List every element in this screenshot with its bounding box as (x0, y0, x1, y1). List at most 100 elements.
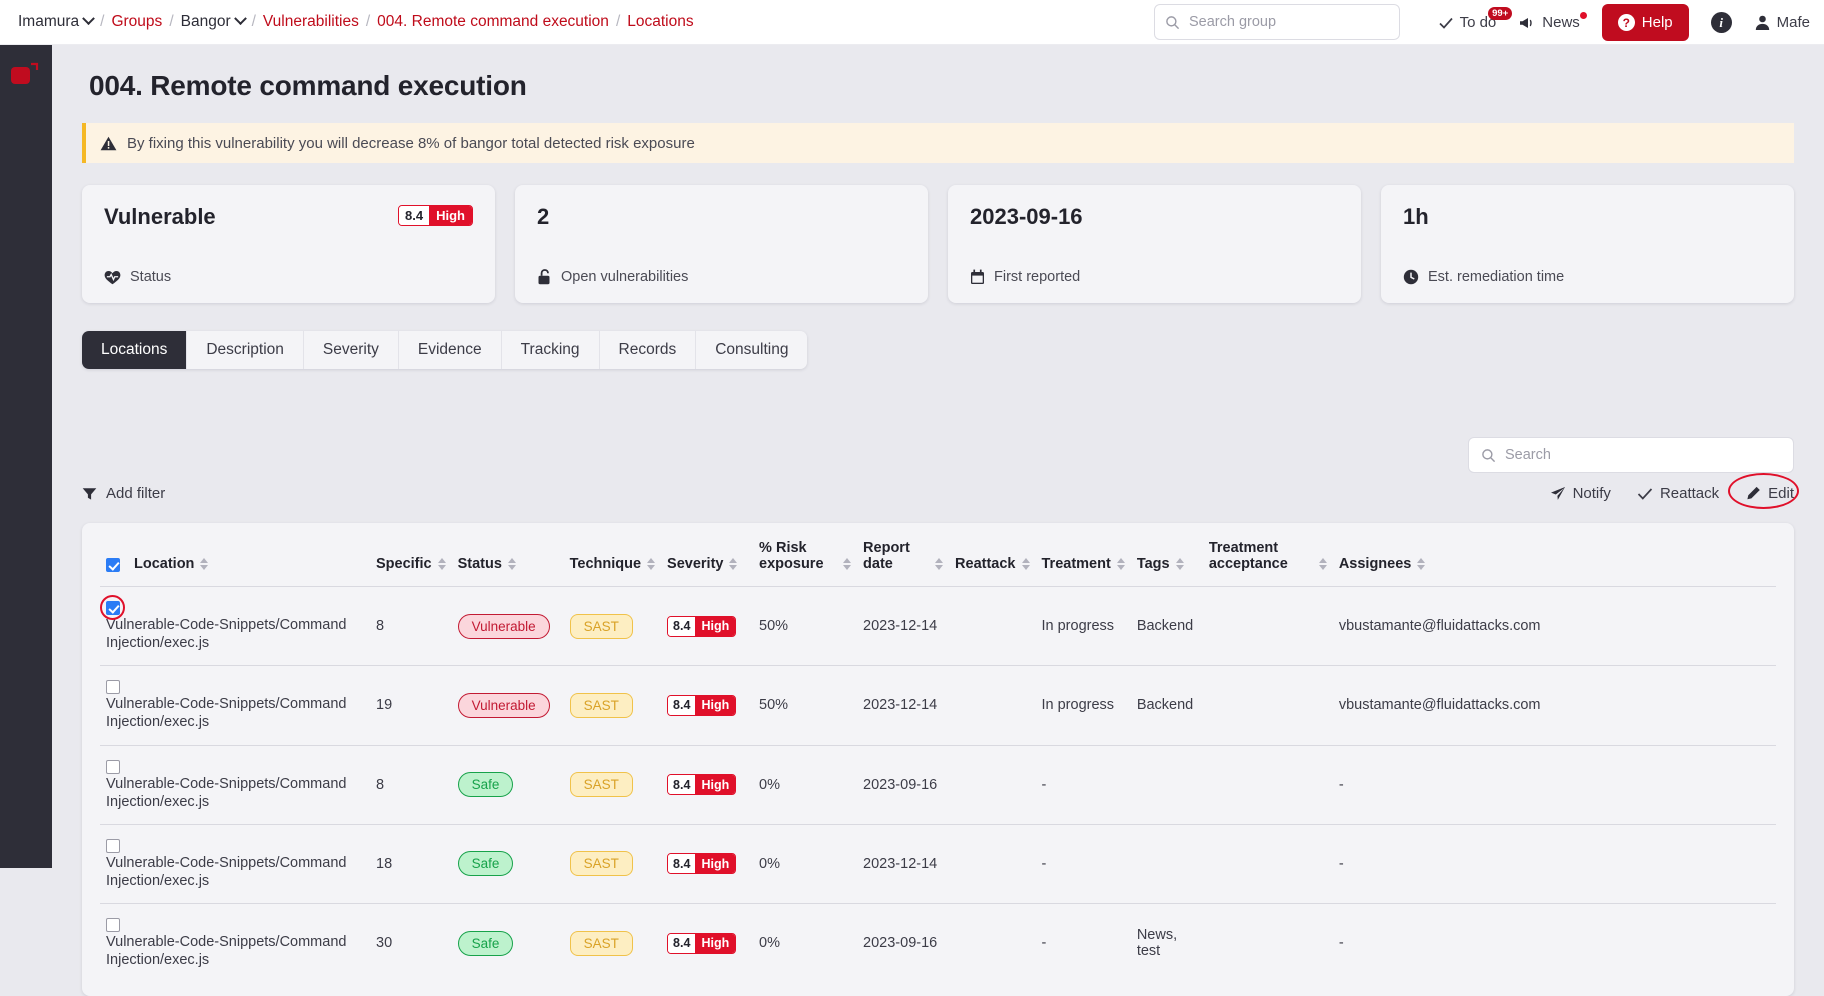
todo-button[interactable]: To do 99+ (1438, 7, 1513, 31)
column-header-risk-exposure[interactable]: % Risk exposure (753, 523, 858, 587)
column-header-severity[interactable]: Severity (661, 523, 754, 587)
sort-toggle-icon[interactable] (437, 558, 446, 570)
column-header-label: % Risk exposure (759, 540, 824, 572)
row-checkbox[interactable] (106, 759, 120, 774)
locations-table-container: Location Specific Status Technique Severity%… (82, 523, 1794, 996)
sort-toggle-icon[interactable] (935, 558, 944, 570)
column-header-location[interactable]: Location (100, 523, 370, 587)
tab-evidence[interactable]: Evidence (398, 331, 502, 369)
table-row[interactable]: Vulnerable-Code-Snippets/Command Injecti… (100, 745, 1776, 825)
cell-technique: SAST (563, 665, 662, 746)
user-menu[interactable]: Mafe (1754, 14, 1810, 31)
location-text: Vulnerable-Code-Snippets/Command Injecti… (106, 696, 347, 731)
sort-toggle-icon[interactable] (1318, 558, 1327, 570)
row-checkbox-wrap[interactable] (106, 680, 120, 695)
column-header-label: Technique (569, 556, 642, 572)
sort-toggle-icon[interactable] (200, 558, 209, 570)
tab-records[interactable]: Records (599, 331, 697, 369)
sort-toggle-icon[interactable] (1021, 558, 1030, 570)
table-search-input[interactable] (1505, 447, 1781, 463)
help-button[interactable]: ? Help (1601, 4, 1689, 41)
unlock-icon (537, 269, 552, 285)
cell-status: Safe (451, 824, 564, 905)
column-header-label: Reattack (955, 556, 1016, 572)
heart-pulse-icon (104, 270, 121, 285)
breadcrumb-item-1[interactable]: Groups (111, 13, 162, 31)
breadcrumb-item-5[interactable]: Locations (627, 13, 693, 31)
cell-severity: 8.4 High (661, 586, 754, 667)
sort-toggle-icon[interactable] (507, 558, 516, 570)
row-checkbox-wrap[interactable] (106, 759, 120, 774)
tab-severity[interactable]: Severity (303, 331, 399, 369)
cell-severity: 8.4 High (661, 745, 754, 825)
global-search-box[interactable] (1154, 4, 1400, 40)
notify-button[interactable]: Notify (1550, 485, 1611, 502)
summary-card-2: 2023-09-16 First reported (948, 185, 1361, 303)
chevron-down-icon (82, 12, 96, 26)
table-row[interactable]: Vulnerable-Code-Snippets/Command Injecti… (100, 586, 1776, 667)
row-checkbox[interactable] (106, 918, 120, 933)
severity-level: High (695, 616, 736, 636)
column-header-assignees[interactable]: Assignees (1332, 523, 1776, 587)
tab-locations[interactable]: Locations (82, 331, 188, 369)
cell-assignees: vbustamante@fluidattacks.com (1332, 586, 1776, 667)
table-row[interactable]: Vulnerable-Code-Snippets/Command Injecti… (100, 665, 1776, 746)
column-header-treatment-acceptance[interactable]: Treatment acceptance (1202, 523, 1333, 587)
column-header-specific[interactable]: Specific (370, 523, 452, 587)
table-row[interactable]: Vulnerable-Code-Snippets/Command Injecti… (100, 824, 1776, 905)
sort-toggle-icon[interactable] (843, 558, 852, 570)
reattack-button[interactable]: Reattack (1637, 485, 1719, 502)
sort-toggle-icon[interactable] (729, 558, 738, 570)
fluid-attacks-logo[interactable] (10, 60, 40, 90)
row-checkbox-wrap[interactable] (106, 838, 120, 853)
status-badge: Safe (457, 930, 514, 956)
summary-card-0: Vulnerable 8.4 High Status (82, 185, 495, 303)
severity-score: 8.4 (668, 695, 696, 715)
row-actions: Notify Reattack Edit (1550, 473, 1800, 509)
edit-button[interactable]: Edit (1728, 473, 1800, 509)
alert-text: By fixing this vulnerability you will de… (127, 134, 695, 152)
sort-toggle-icon[interactable] (647, 558, 656, 570)
sort-toggle-icon[interactable] (1417, 558, 1426, 570)
row-checkbox[interactable] (106, 838, 120, 853)
severity-score: 8.4 (668, 854, 696, 874)
column-header-report-date[interactable]: Report date (857, 523, 950, 587)
tab-consulting[interactable]: Consulting (696, 331, 808, 369)
card-label: Status (130, 269, 172, 285)
table-row[interactable]: Vulnerable-Code-Snippets/Command Injecti… (100, 904, 1776, 983)
global-search-input[interactable] (1189, 14, 1389, 30)
table-header-row: Location Specific Status Technique Severity%… (100, 523, 1776, 587)
table-search-box[interactable] (1468, 437, 1794, 473)
page-title: 004. Remote command execution (89, 70, 527, 101)
select-all-checkbox-wrap[interactable] (106, 558, 120, 572)
calendar-icon (970, 269, 985, 285)
card-label: Est. remediation time (1428, 269, 1565, 285)
technique-badge: SAST (569, 930, 633, 956)
select-all-checkbox[interactable] (106, 558, 120, 572)
column-header-treatment[interactable]: Treatment (1035, 523, 1131, 587)
sort-toggle-icon[interactable] (1116, 558, 1125, 570)
row-checkbox-wrap[interactable] (106, 918, 120, 933)
row-checkbox-wrap[interactable] (100, 595, 125, 621)
column-header-technique[interactable]: Technique (563, 523, 662, 587)
breadcrumb-item-2[interactable]: Bangor (181, 12, 247, 31)
cell-assignees: - (1332, 745, 1776, 825)
tab-tracking[interactable]: Tracking (501, 331, 600, 369)
todo-badge: 99+ (1488, 7, 1513, 20)
column-header-tags[interactable]: Tags (1130, 523, 1203, 587)
cell-location: Vulnerable-Code-Snippets/Command Injecti… (100, 824, 370, 905)
news-button[interactable]: News (1518, 12, 1587, 31)
breadcrumb-item-4[interactable]: 004. Remote command execution (377, 13, 609, 31)
row-checkbox[interactable] (106, 680, 120, 695)
breadcrumb-item-3[interactable]: Vulnerabilities (263, 13, 359, 31)
sort-toggle-icon[interactable] (1175, 558, 1184, 570)
breadcrumb-item-0[interactable]: Imamura (18, 12, 96, 31)
column-header-status[interactable]: Status (451, 523, 564, 587)
add-filter-button[interactable]: Add filter (82, 485, 165, 502)
row-checkbox[interactable] (106, 601, 120, 616)
info-icon[interactable]: i (1710, 12, 1732, 33)
column-header-reattack[interactable]: Reattack (949, 523, 1036, 587)
tab-description[interactable]: Description (187, 331, 304, 369)
cell-tags: News, test (1136, 927, 1178, 960)
column-header-label: Specific (376, 556, 432, 572)
